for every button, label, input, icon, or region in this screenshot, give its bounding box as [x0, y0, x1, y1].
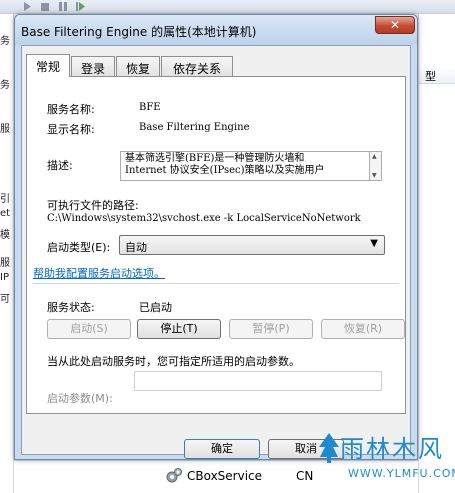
background-service-list-left: 务 务 服 引 et 模 服 IP 可 — [0, 14, 14, 493]
display-name-value: Base Filtering Engine — [139, 122, 250, 133]
divider — [33, 283, 399, 284]
dialog-title-bar[interactable]: Base Filtering Engine 的属性(本地计算机) ✕ — [15, 15, 417, 45]
pause-button[interactable]: 暂停(P) — [229, 319, 313, 339]
tree-logo-icon — [319, 433, 339, 463]
bg-text-fragment: 务 — [0, 80, 10, 91]
bg-text-fragment: 务 — [0, 36, 10, 47]
exe-path-label: 可执行文件的路径: — [47, 199, 139, 212]
chevron-down-icon: ▼ — [370, 238, 378, 249]
tab-general[interactable]: 常规 — [26, 54, 70, 77]
bg-text-fragment: 引 — [0, 194, 10, 205]
pause-button-label: 暂停(P) — [252, 322, 290, 335]
resume-button-label: 恢复(R) — [343, 322, 383, 335]
tab-label: 恢复 — [125, 62, 150, 76]
start-params-hint: 当从此处启动服务时，您可指定所适用的启动参数。 — [47, 355, 300, 368]
tab-recovery[interactable]: 恢复 — [116, 56, 160, 76]
startup-type-value: 自动 — [125, 241, 147, 254]
pause-icon — [59, 2, 67, 11]
tab-logon[interactable]: 登录 — [71, 56, 115, 76]
ok-button-label: 确定 — [211, 442, 233, 455]
bg-text-fragment: 模 — [0, 230, 10, 241]
startup-type-label: 启动类型(E): — [47, 241, 111, 254]
bg-text-fragment: 可 — [0, 294, 10, 305]
service-name-label: 服务名称: — [47, 103, 95, 116]
exe-path-value: C:\Windows\system32\svchost.exe -k Local… — [47, 213, 361, 224]
watermark-text: 雨林木风 — [340, 435, 444, 463]
gears-icon — [166, 468, 182, 483]
start-params-label: 启动参数(M): — [47, 392, 113, 405]
bg-text-fragment: 服 — [0, 258, 10, 269]
description-label: 描述: — [47, 159, 73, 172]
help-configure-startup-link[interactable]: 帮助我配置服务启动选项。 — [33, 265, 165, 281]
bg-text-fragment: 服 — [0, 124, 10, 135]
dialog-body: 常规 登录 恢复 依存关系 服务名称: BFE 显示名称: Base Filte… — [21, 45, 411, 459]
start-button-label: 启动(S) — [70, 322, 108, 335]
start-button[interactable]: 启动(S) — [47, 319, 131, 339]
display-name-label: 显示名称: — [47, 123, 95, 136]
restart-icon — [76, 2, 85, 11]
watermark-url: WWW.YLMFU.COM — [348, 467, 455, 480]
description-textbox[interactable]: 基本筛选引擎(BFE)是一种管理防火墙和 Internet 协议安全(IPsec… — [120, 151, 370, 181]
startup-type-dropdown[interactable]: 自动 ▼ — [119, 235, 385, 255]
stop-button-label: 停止(T) — [160, 322, 198, 335]
service-properties-dialog: Base Filtering Engine 的属性(本地计算机) ✕ 常规 登录… — [14, 14, 418, 460]
start-params-input[interactable] — [134, 371, 382, 391]
service-row-name: CBoxService — [187, 469, 263, 483]
tab-label: 依存关系 — [172, 62, 221, 76]
cancel-button-label: 取消 — [295, 442, 317, 455]
description-line-2: Internet 协议安全(IPsec)策略以及实施用户 — [125, 165, 325, 176]
service-status-label: 服务状态: — [47, 301, 95, 314]
close-icon: ✕ — [389, 18, 401, 32]
background-service-list-right: 型 — [418, 14, 455, 493]
description-line-1: 基本筛选引擎(BFE)是一种管理防火墙和 — [125, 153, 305, 164]
description-scrollbar[interactable]: ▲ ▼ — [370, 151, 382, 181]
ok-button[interactable]: 确定 — [184, 439, 260, 459]
general-tab-panel: 服务名称: BFE 显示名称: Base Filtering Engine 描述… — [26, 76, 406, 414]
dialog-title: Base Filtering Engine 的属性(本地计算机) — [21, 25, 257, 39]
close-button[interactable]: ✕ — [375, 16, 415, 34]
scroll-down-icon[interactable]: ▼ — [372, 172, 377, 179]
stop-icon — [41, 3, 49, 11]
service-name-value: BFE — [139, 102, 161, 113]
site-watermark: 雨林木风 WWW.YLMFU.COM — [318, 427, 455, 493]
tab-dependencies[interactable]: 依存关系 — [161, 56, 233, 76]
scroll-up-icon[interactable]: ▲ — [372, 153, 377, 160]
background-toolbar — [0, 0, 455, 14]
stop-button[interactable]: 停止(T) — [137, 319, 221, 339]
bg-text-fragment: IP — [0, 272, 9, 283]
resume-button[interactable]: 恢复(R) — [321, 319, 405, 339]
service-row-name-2: CN — [296, 469, 314, 483]
tab-label: 常规 — [35, 60, 60, 74]
tab-label: 登录 — [80, 62, 105, 76]
play-icon — [24, 2, 31, 11]
service-status-value: 已启动 — [139, 301, 172, 314]
column-header-type[interactable]: 型 — [419, 66, 455, 84]
bg-text-fragment: et — [0, 208, 11, 219]
